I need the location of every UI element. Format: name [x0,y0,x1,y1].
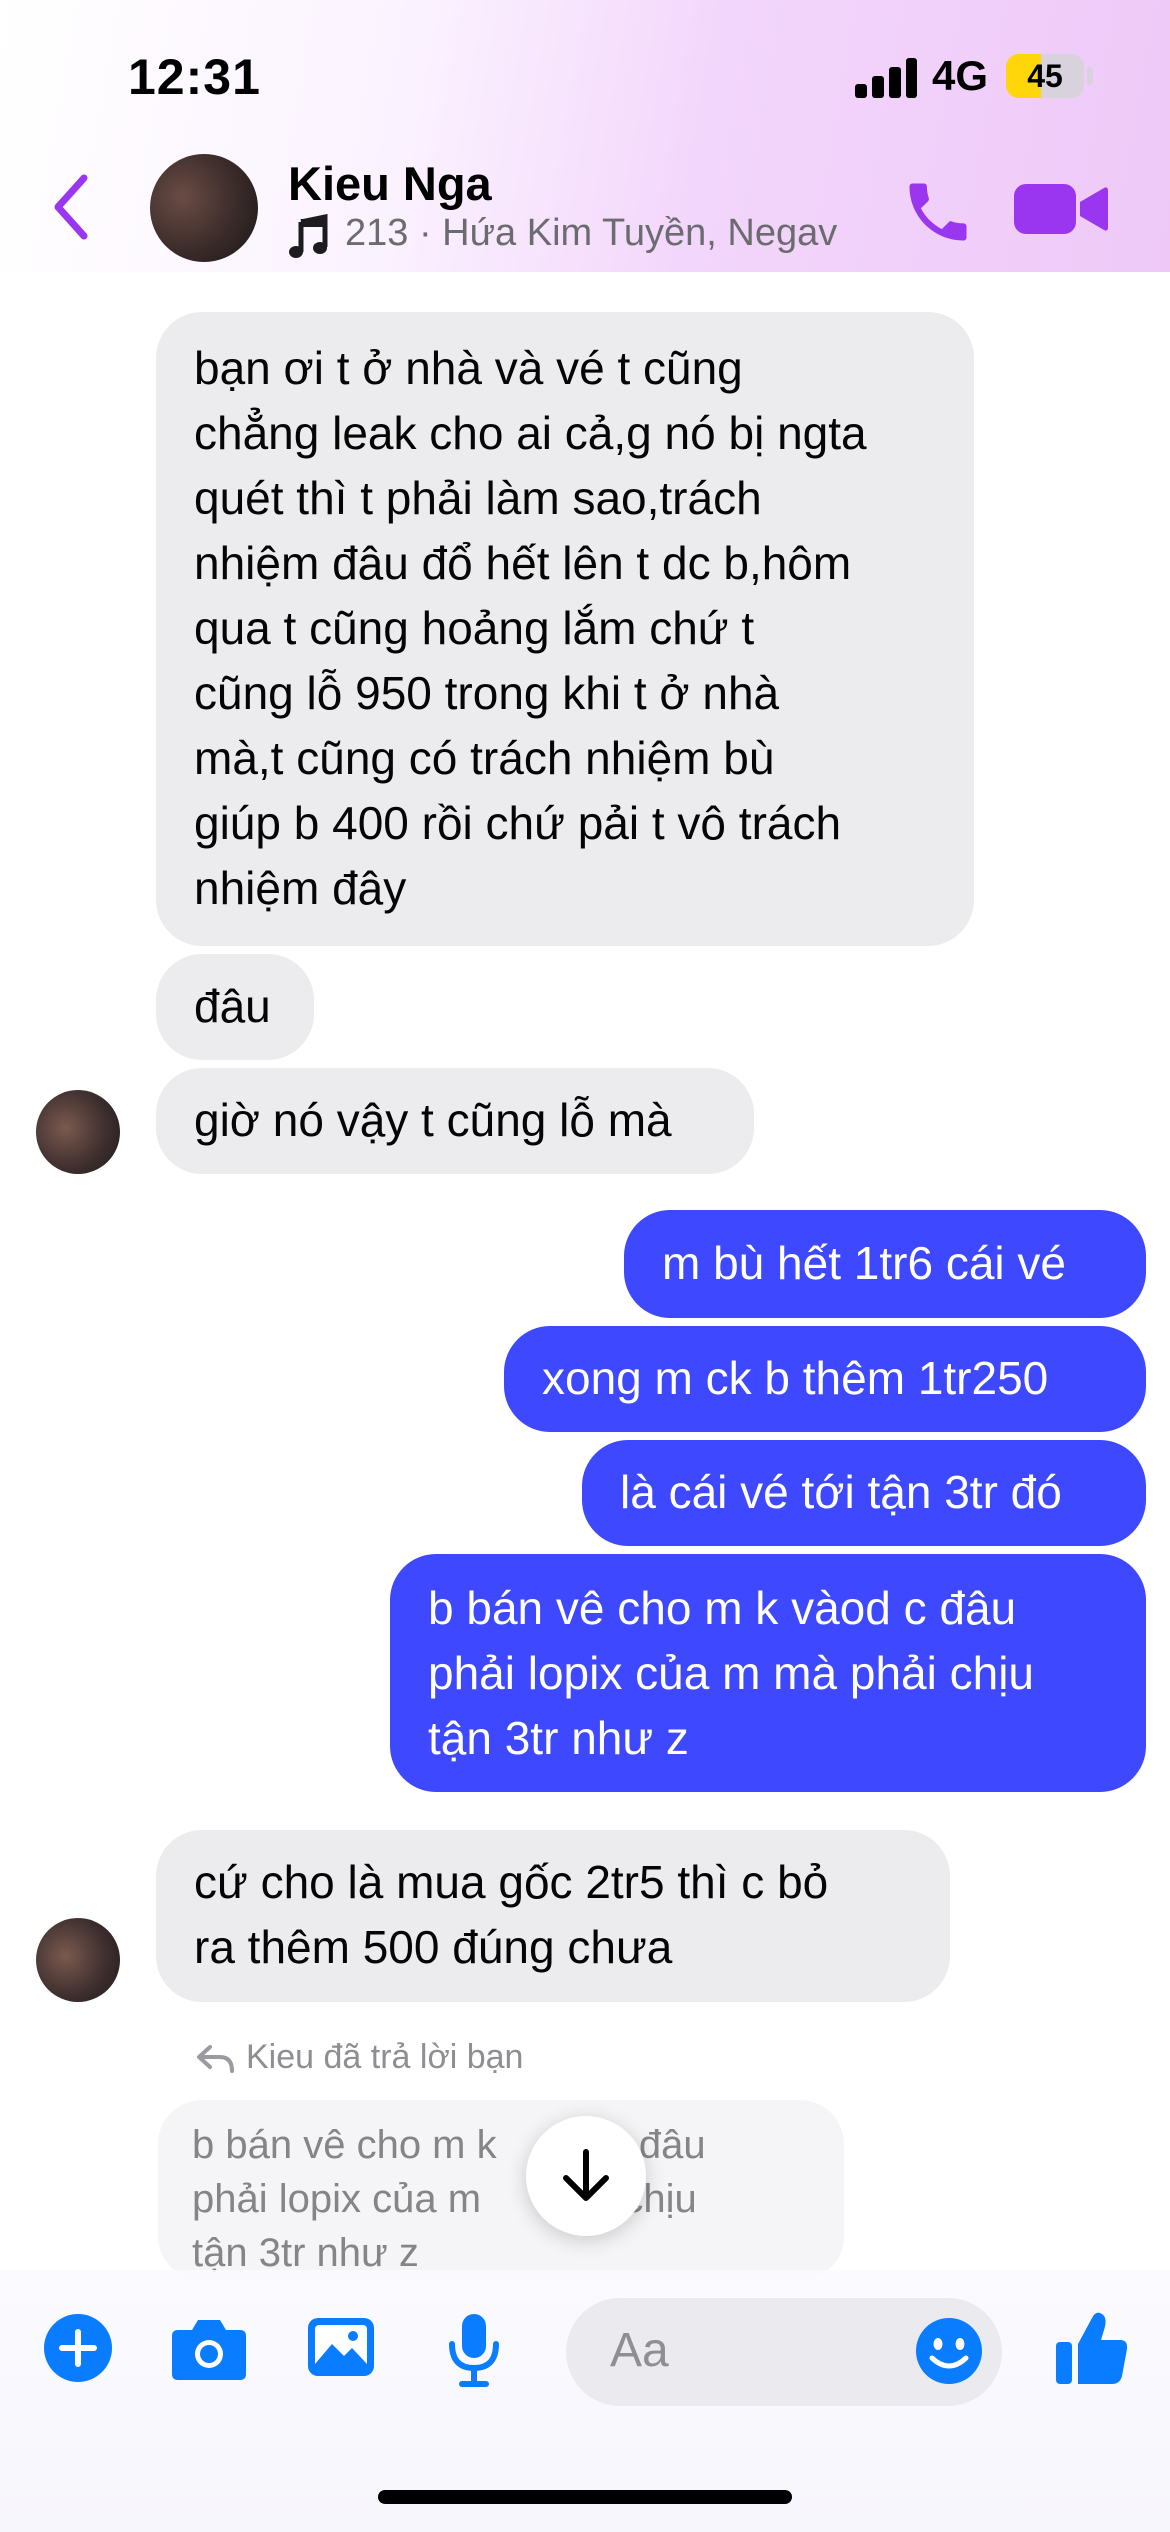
image-icon [308,2318,374,2376]
message-bubble-incoming[interactable]: đâu [156,954,314,1060]
message-text: m bù hết 1tr6 cái vé [662,1237,1066,1289]
gallery-button[interactable] [306,2314,376,2380]
reply-arrow-icon [196,2044,236,2074]
message-bubble-outgoing[interactable]: b bán vê cho m k vàod c đâu phải lopix c… [390,1554,1146,1792]
message-text: tận 3tr như z [428,1712,689,1764]
emoji-icon [916,2318,982,2384]
contact-name[interactable]: Kieu Nga [288,156,492,211]
voice-message-button[interactable] [446,2312,502,2388]
quoted-message[interactable]: b bán vê cho m k d c đâu phải lopix của … [158,2100,844,2280]
message-text: là cái vé tới tận 3tr đó [620,1466,1062,1518]
home-indicator [378,2490,792,2504]
message-text: giờ nó vậy t cũng lỗ mà [194,1094,672,1146]
message-bubble-outgoing[interactable]: xong m ck b thêm 1tr250 [504,1326,1146,1432]
message-text: giúp b 400 rồi chứ pải t vô trách [194,797,842,849]
message-text: quét thì t phải làm sao,trách [194,472,762,524]
message-text: chẳng leak cho ai cả,g nó bị ngta [194,407,867,459]
message-bubble-incoming[interactable]: cứ cho là mua gốc 2tr5 thì c bỏ ra thêm … [156,1830,950,2002]
thumbs-up-icon [1056,2312,1128,2384]
battery-tip [1087,67,1093,85]
reply-label: Kieu đã trả lời bạn [246,2038,524,2076]
contact-avatar[interactable] [150,154,258,262]
cellular-signal-icon [855,58,917,98]
message-bubble-incoming[interactable]: bạn ơi t ở nhà và vé t cũng chẳng leak c… [156,312,974,946]
plus-icon [44,2314,112,2382]
message-text: phải lopix của m mà phải chịu [428,1647,1034,1699]
music-note-icon [289,213,329,260]
message-text: đâu [194,980,271,1032]
sender-avatar[interactable] [36,1090,120,1174]
message-text: ra thêm 500 đúng chưa [194,1921,673,1973]
message-input-placeholder[interactable]: Aa [610,2323,669,2378]
sender-avatar[interactable] [36,1918,120,2002]
emoji-button[interactable] [914,2316,984,2386]
more-actions-button[interactable] [42,2312,114,2384]
message-text: nhiệm đâu đổ hết lên t dc b,hôm [194,537,852,589]
microphone-icon [449,2314,499,2387]
message-bubble-outgoing[interactable]: là cái vé tới tận 3tr đó [582,1440,1146,1546]
quoted-text: b bán vê cho m k d c đâu [192,2123,706,2167]
video-call-button[interactable] [1010,176,1110,242]
like-button[interactable] [1054,2308,1130,2388]
arrow-down-icon [563,2149,609,2201]
camera-button[interactable] [170,2316,248,2382]
message-text: nhiệm đây [194,862,407,914]
video-camera-icon [1014,184,1108,234]
camera-icon [172,2320,246,2380]
status-time: 12:31 [128,49,261,105]
scroll-to-bottom-button[interactable] [526,2116,646,2236]
message-bubble-outgoing[interactable]: m bù hết 1tr6 cái vé [624,1210,1146,1318]
phone-icon [909,183,967,241]
back-button[interactable] [48,172,98,242]
message-text: qua t cũng hoảng lắm chứ t [194,602,755,654]
battery-icon: 45 [1006,54,1084,98]
now-playing-status[interactable]: 213 · Hứa Kim Tuyền, Negav [345,212,837,255]
message-text: mà,t cũng có trách nhiệm bù [194,732,775,784]
message-text: cứ cho là mua gốc 2tr5 thì c bỏ [194,1856,829,1908]
message-text: cũng lỗ 950 trong khi t ở nhà [194,667,780,719]
battery-percentage: 45 [1027,58,1063,94]
message-text: bạn ơi t ở nhà và vé t cũng [194,342,743,394]
quoted-text: phải lopix của m hải chịu [192,2177,697,2221]
voice-call-button[interactable] [900,174,976,250]
message-text: xong m ck b thêm 1tr250 [542,1352,1049,1404]
network-type: 4G [932,52,989,99]
message-bubble-incoming[interactable]: giờ nó vậy t cũng lỗ mà [156,1068,754,1174]
chevron-left-icon [54,174,88,240]
message-text: b bán vê cho m k vàod c đâu [428,1582,1017,1634]
